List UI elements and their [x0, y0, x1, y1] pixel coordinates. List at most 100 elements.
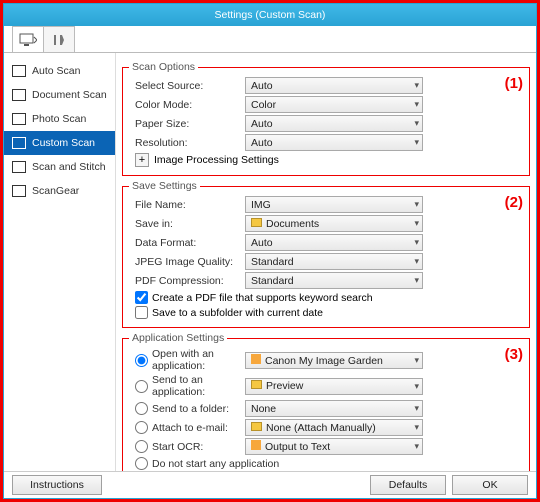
instructions-button[interactable]: Instructions — [12, 475, 102, 495]
radio-attach-email[interactable] — [135, 421, 148, 434]
expand-image-processing-button[interactable]: + — [135, 153, 149, 167]
checkbox-input[interactable] — [135, 306, 148, 319]
jpeg-quality-dropdown[interactable]: Standard▾ — [245, 253, 423, 270]
ok-button[interactable]: OK — [452, 475, 528, 495]
paper-size-dropdown[interactable]: Auto ▾ — [245, 115, 423, 132]
toolbar — [4, 26, 536, 53]
label-jpeg-quality: JPEG Image Quality: — [129, 256, 245, 268]
sidebar: Auto Scan Document Scan Photo Scan Custo… — [4, 53, 116, 470]
attach-email-dropdown[interactable]: None (Attach Manually) ▾ — [245, 419, 423, 436]
radio-send-to-app[interactable] — [135, 380, 148, 393]
section-scan-options: Scan Options (1) Select Source:Auto▾ Col… — [122, 61, 530, 176]
dropdown-value: None (Attach Manually) — [266, 422, 376, 434]
checkbox-save-subfolder[interactable]: Save to a subfolder with current date — [135, 306, 523, 319]
dropdown-value: Output to Text — [265, 441, 330, 453]
chevron-down-icon: ▾ — [414, 422, 419, 433]
radio-do-not-start[interactable] — [135, 457, 148, 470]
chevron-down-icon: ▾ — [414, 80, 419, 91]
dropdown-value: Canon My Image Garden — [265, 355, 383, 367]
dropdown-value: Preview — [266, 380, 303, 392]
sidebar-item-custom-scan[interactable]: Custom Scan — [4, 131, 115, 155]
section-legend: Save Settings — [129, 180, 200, 192]
section-legend: Scan Options — [129, 61, 198, 73]
file-name-dropdown[interactable]: IMG ▾ — [245, 196, 423, 213]
start-ocr-dropdown[interactable]: Output to Text▾ — [245, 438, 423, 455]
radio-label: Open with an application: — [152, 348, 245, 372]
chevron-down-icon: ▾ — [414, 199, 419, 210]
dropdown-value: Auto — [251, 237, 273, 249]
sidebar-item-label: Custom Scan — [32, 137, 95, 149]
section-legend: Application Settings — [129, 332, 227, 344]
radio-start-ocr[interactable] — [135, 440, 148, 453]
app-icon — [251, 440, 261, 450]
open-with-app-dropdown[interactable]: Canon My Image Garden ▾ — [245, 352, 423, 369]
checkbox-label: Save to a subfolder with current date — [152, 307, 323, 319]
section-save-settings: Save Settings (2) File Name: IMG ▾ Save in… — [122, 180, 530, 328]
dropdown-value: Standard — [251, 275, 294, 287]
radio-open-with-app[interactable] — [135, 354, 148, 367]
annotation-2: (2) — [505, 194, 523, 211]
checkbox-input[interactable] — [135, 291, 148, 304]
send-to-folder-dropdown[interactable]: None▾ — [245, 400, 423, 417]
sidebar-item-label: ScanGear — [32, 185, 79, 197]
app-icon — [251, 354, 261, 364]
annotation-1: (1) — [505, 75, 523, 92]
button-label: Defaults — [389, 479, 428, 491]
send-to-app-dropdown[interactable]: Preview ▾ — [245, 378, 423, 395]
bottom-button-row: Instructions Defaults OK — [4, 471, 536, 498]
page-icon — [12, 161, 26, 173]
page-icon — [12, 113, 26, 125]
dropdown-value: IMG — [251, 199, 271, 211]
sidebar-item-label: Document Scan — [32, 89, 107, 101]
dropdown-value: Auto — [251, 80, 273, 92]
button-label: Instructions — [30, 479, 84, 491]
sidebar-item-scangear[interactable]: ScanGear — [4, 179, 115, 203]
label-save-in: Save in: — [129, 218, 245, 230]
sidebar-item-document-scan[interactable]: Document Scan — [4, 83, 115, 107]
sidebar-item-scan-and-stitch[interactable]: Scan and Stitch — [4, 155, 115, 179]
monitor-icon — [19, 33, 37, 47]
dropdown-value: None — [251, 403, 276, 415]
radio-label: Start OCR: — [152, 441, 203, 453]
tab-tools[interactable] — [43, 26, 75, 52]
tab-scan-from-computer[interactable] — [12, 26, 44, 52]
chevron-down-icon: ▾ — [414, 237, 419, 248]
chevron-down-icon: ▾ — [414, 218, 419, 229]
checkbox-create-pdf-keyword[interactable]: Create a PDF file that supports keyword … — [135, 291, 523, 304]
resolution-dropdown[interactable]: Auto ▾ — [245, 134, 423, 151]
chevron-down-icon: ▾ — [414, 275, 419, 286]
label-image-processing: Image Processing Settings — [154, 154, 279, 166]
sidebar-item-photo-scan[interactable]: Photo Scan — [4, 107, 115, 131]
page-icon — [12, 137, 26, 149]
radio-label: Send to an application: — [152, 374, 245, 398]
sidebar-item-label: Photo Scan — [32, 113, 86, 125]
label-file-name: File Name: — [129, 199, 245, 211]
page-icon — [12, 185, 26, 197]
dropdown-value: Auto — [251, 118, 273, 130]
select-source-dropdown[interactable]: Auto ▾ — [245, 77, 423, 94]
color-mode-dropdown[interactable]: Color▾ — [245, 96, 423, 113]
radio-label: Do not start any application — [152, 458, 279, 470]
chevron-down-icon: ▾ — [414, 137, 419, 148]
checkbox-label: Create a PDF file that supports keyword … — [152, 292, 373, 304]
dropdown-value: Documents — [266, 218, 319, 230]
section-application-settings: Application Settings (3) Open with an ap… — [122, 332, 530, 470]
chevron-down-icon: ▾ — [414, 381, 419, 392]
folder-icon — [251, 380, 262, 389]
save-in-dropdown[interactable]: Documents ▾ — [245, 215, 423, 232]
page-icon — [12, 89, 26, 101]
chevron-down-icon: ▾ — [414, 355, 419, 366]
data-format-dropdown[interactable]: Auto ▾ — [245, 234, 423, 251]
label-resolution: Resolution: — [129, 137, 245, 149]
radio-send-to-folder[interactable] — [135, 402, 148, 415]
sidebar-item-auto-scan[interactable]: Auto Scan — [4, 59, 115, 83]
page-icon — [12, 65, 26, 77]
folder-icon — [251, 422, 262, 431]
content-pane: Scan Options (1) Select Source:Auto▾ Col… — [116, 53, 536, 470]
dropdown-value: Auto — [251, 137, 273, 149]
sidebar-item-label: Auto Scan — [32, 65, 80, 77]
chevron-down-icon: ▾ — [414, 118, 419, 129]
defaults-button[interactable]: Defaults — [370, 475, 446, 495]
pdf-compression-dropdown[interactable]: Standard ▾ — [245, 272, 423, 289]
window-title: Settings (Custom Scan) — [215, 9, 326, 21]
